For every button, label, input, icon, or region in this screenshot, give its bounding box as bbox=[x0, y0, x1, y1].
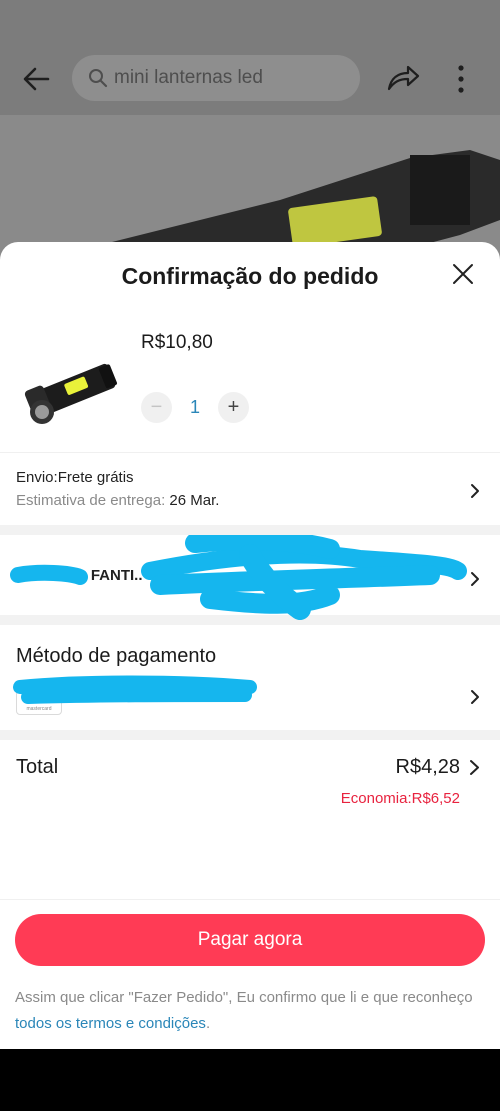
quantity-value: 1 bbox=[189, 397, 200, 417]
shipping-value: Frete grátis bbox=[57, 469, 134, 486]
chevron-right-icon bbox=[471, 572, 479, 586]
payment-method-section: Método de pagamento mastercard 51 D18 bbox=[0, 625, 500, 730]
background-topbar: mini lanternas led bbox=[0, 0, 500, 115]
payment-method-title: Método de pagamento bbox=[16, 645, 217, 667]
quantity-stepper: − 1 + bbox=[141, 392, 249, 423]
sheet-header: Confirmação do pedido bbox=[0, 242, 500, 310]
shipping-row[interactable]: Envio:Frete grátis Estimativa de entrega… bbox=[0, 453, 500, 525]
chevron-right-icon bbox=[471, 690, 479, 704]
shipping-label: Envio: bbox=[16, 469, 58, 486]
terms-link[interactable]: todos os termos e condições bbox=[15, 1015, 206, 1032]
shipping-method: Envio:Frete grátis bbox=[16, 469, 484, 486]
search-bar[interactable]: mini lanternas led bbox=[72, 55, 360, 101]
back-arrow-icon[interactable] bbox=[22, 64, 52, 94]
total-label: Total bbox=[16, 756, 59, 778]
section-divider bbox=[0, 525, 500, 535]
share-icon[interactable] bbox=[386, 62, 420, 94]
search-placeholder: mini lanternas led bbox=[114, 67, 263, 88]
payment-method-row[interactable]: mastercard 51 D18 bbox=[0, 675, 500, 717]
product-price: R$10,80 bbox=[141, 332, 213, 353]
terms-text: Assim que clicar "Fazer Pedido", Eu conf… bbox=[15, 989, 473, 1006]
sheet-title: Confirmação do pedido bbox=[121, 262, 379, 289]
search-icon bbox=[89, 69, 108, 88]
delivery-estimate-value: 26 Mar. bbox=[165, 492, 220, 509]
delivery-estimate: Estimativa de entrega: 26 Mar. bbox=[16, 492, 484, 509]
product-thumbnail bbox=[24, 363, 117, 424]
divider bbox=[0, 899, 500, 900]
total-section: Total R$4,28 Economia:R$6,52 bbox=[0, 740, 500, 900]
terms-notice: Assim que clicar "Fazer Pedido", Eu conf… bbox=[15, 985, 485, 1037]
terms-end: . bbox=[205, 1015, 211, 1032]
redaction-scribble bbox=[10, 535, 467, 620]
product-row: R$10,80 − 1 + bbox=[0, 310, 500, 452]
increase-quantity-button[interactable]: + bbox=[218, 392, 249, 423]
system-navigation-bar bbox=[0, 1049, 500, 1111]
address-row[interactable]: O FANTI.. bbox=[0, 535, 500, 620]
decrease-quantity-button[interactable]: − bbox=[141, 392, 172, 423]
more-options-icon[interactable] bbox=[450, 62, 472, 96]
pay-now-button[interactable]: Pagar agora bbox=[15, 914, 485, 966]
savings-amount: Economia:R$6,52 bbox=[340, 790, 460, 807]
close-icon[interactable] bbox=[452, 263, 474, 285]
chevron-right-icon[interactable] bbox=[469, 759, 480, 776]
redaction-scribble bbox=[13, 675, 257, 704]
section-divider bbox=[0, 730, 500, 740]
chevron-right-icon bbox=[471, 484, 479, 498]
order-confirmation-sheet: Confirmação do pedido R$10,80 − 1 + Envi… bbox=[0, 242, 500, 1049]
sheet-footer: Pagar agora Assim que clicar "Fazer Pedi… bbox=[0, 899, 500, 1049]
delivery-estimate-label: Estimativa de entrega: bbox=[16, 492, 166, 509]
total-value: R$4,28 bbox=[395, 756, 461, 778]
